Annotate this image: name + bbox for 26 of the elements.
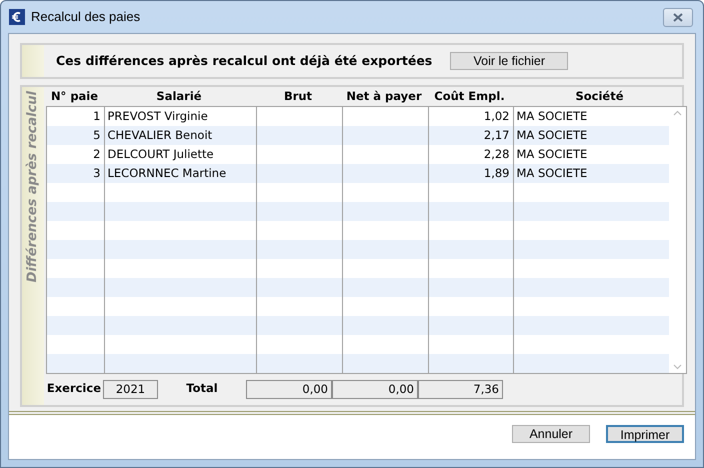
column-header: N° paie: [50, 88, 100, 105]
close-button[interactable]: [663, 8, 693, 26]
scroll-up-icon[interactable]: [673, 110, 682, 116]
column-header: Net à payer: [345, 88, 423, 105]
field-label: Exercice: [46, 380, 102, 398]
column-header: Salarié: [155, 88, 203, 105]
euro-icon: [9, 9, 25, 25]
column-header: Société: [574, 88, 625, 105]
table-cell: 1: [47, 107, 104, 126]
export-notice: Ces différences après recalcul ont déjà été exportées: [56, 52, 432, 70]
panel-stripe: [22, 45, 44, 77]
total-field: 7,36: [418, 380, 503, 398]
window-title: Recalcul des paies: [31, 8, 142, 26]
view-file-button[interactable]: Voir le fichier: [450, 52, 568, 70]
section-label: Différences après recalcul: [24, 91, 42, 282]
table-cell: 2: [47, 145, 104, 164]
close-icon: [673, 12, 683, 22]
field-label: Total: [185, 380, 219, 398]
year-field: 2021: [103, 380, 158, 398]
total-field: 0,00: [332, 380, 418, 398]
dialog-button[interactable]: Annuler: [512, 425, 590, 443]
column-header: Brut: [282, 88, 314, 105]
dialog-button[interactable]: Imprimer: [606, 425, 684, 443]
scroll-down-icon[interactable]: [673, 364, 682, 370]
total-field: 0,00: [246, 380, 332, 398]
column-header: Coût Empl.: [433, 88, 506, 105]
